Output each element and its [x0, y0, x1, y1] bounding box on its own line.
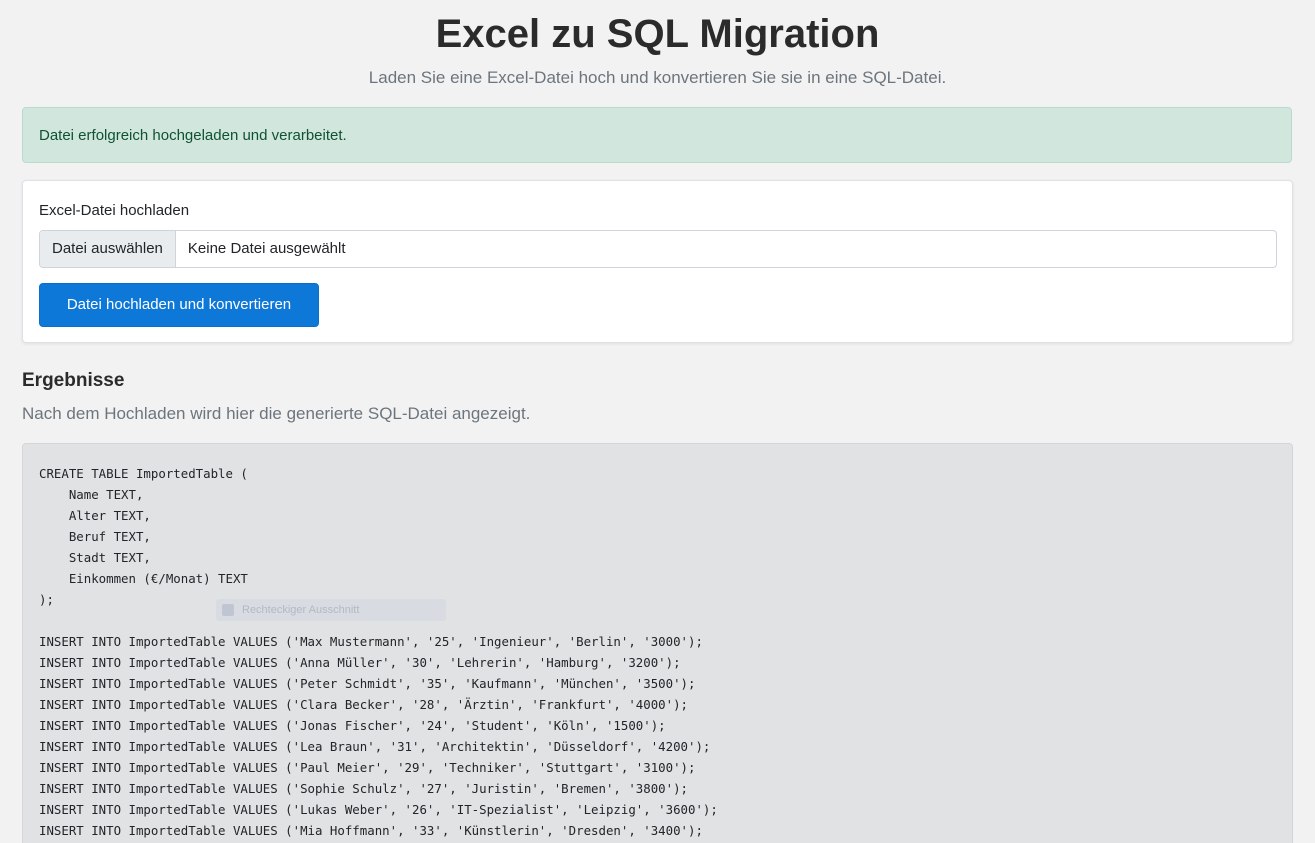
page-title: Excel zu SQL Migration — [435, 12, 880, 56]
success-alert: Datei erfolgreich hochgeladen und verarb… — [22, 107, 1292, 163]
sql-code-line: INSERT INTO ImportedTable VALUES ('Lea B… — [39, 739, 711, 754]
sql-code-line: INSERT INTO ImportedTable VALUES ('Mia H… — [39, 823, 703, 838]
choose-file-button[interactable]: Datei auswählen — [40, 231, 176, 267]
sql-code-block: CREATE TABLE ImportedTable ( Name TEXT, … — [39, 463, 1276, 843]
page-subtitle: Laden Sie eine Excel-Datei hoch und konv… — [368, 68, 947, 87]
file-input[interactable]: Datei auswählen Keine Datei ausgewählt — [39, 230, 1277, 268]
sql-code-line: INSERT INTO ImportedTable VALUES ('Lukas… — [39, 802, 718, 817]
page: Excel zu SQL Migration Laden Sie eine Ex… — [0, 0, 1315, 843]
results-heading: Ergebnisse — [22, 370, 125, 391]
sql-code-line: INSERT INTO ImportedTable VALUES ('Anna … — [39, 655, 681, 670]
sql-code-line: INSERT INTO ImportedTable VALUES ('Max M… — [39, 634, 703, 649]
sql-code-line: INSERT INTO ImportedTable VALUES ('Peter… — [39, 676, 696, 691]
sql-output[interactable]: CREATE TABLE ImportedTable ( Name TEXT, … — [22, 443, 1293, 843]
sql-code-line: Beruf TEXT, — [39, 529, 151, 544]
upload-card: Excel-Datei hochladen Datei auswählen Ke… — [22, 180, 1293, 343]
sql-code-line: Alter TEXT, — [39, 508, 151, 523]
sql-code-line: INSERT INTO ImportedTable VALUES ('Clara… — [39, 697, 689, 712]
upload-label: Excel-Datei hochladen — [39, 202, 190, 219]
sql-code-line: ); — [39, 592, 54, 607]
sql-code-line: Stadt TEXT, — [39, 550, 151, 565]
sql-code-line: CREATE TABLE ImportedTable ( — [39, 466, 248, 481]
sql-code-line: INSERT INTO ImportedTable VALUES ('Paul … — [39, 760, 696, 775]
file-status-text: Keine Datei ausgewählt — [187, 240, 346, 257]
sql-code-line — [39, 610, 1276, 631]
upload-convert-button[interactable]: Datei hochladen und konvertieren — [39, 283, 319, 327]
sql-code-line: INSERT INTO ImportedTable VALUES ('Sophi… — [39, 781, 689, 796]
results-description: Nach dem Hochladen wird hier die generie… — [22, 404, 531, 423]
sql-code-line: Name TEXT, — [39, 487, 144, 502]
sql-code-line: INSERT INTO ImportedTable VALUES ('Jonas… — [39, 718, 666, 733]
sql-code-line: Einkommen (€/Monat) TEXT — [39, 571, 248, 586]
